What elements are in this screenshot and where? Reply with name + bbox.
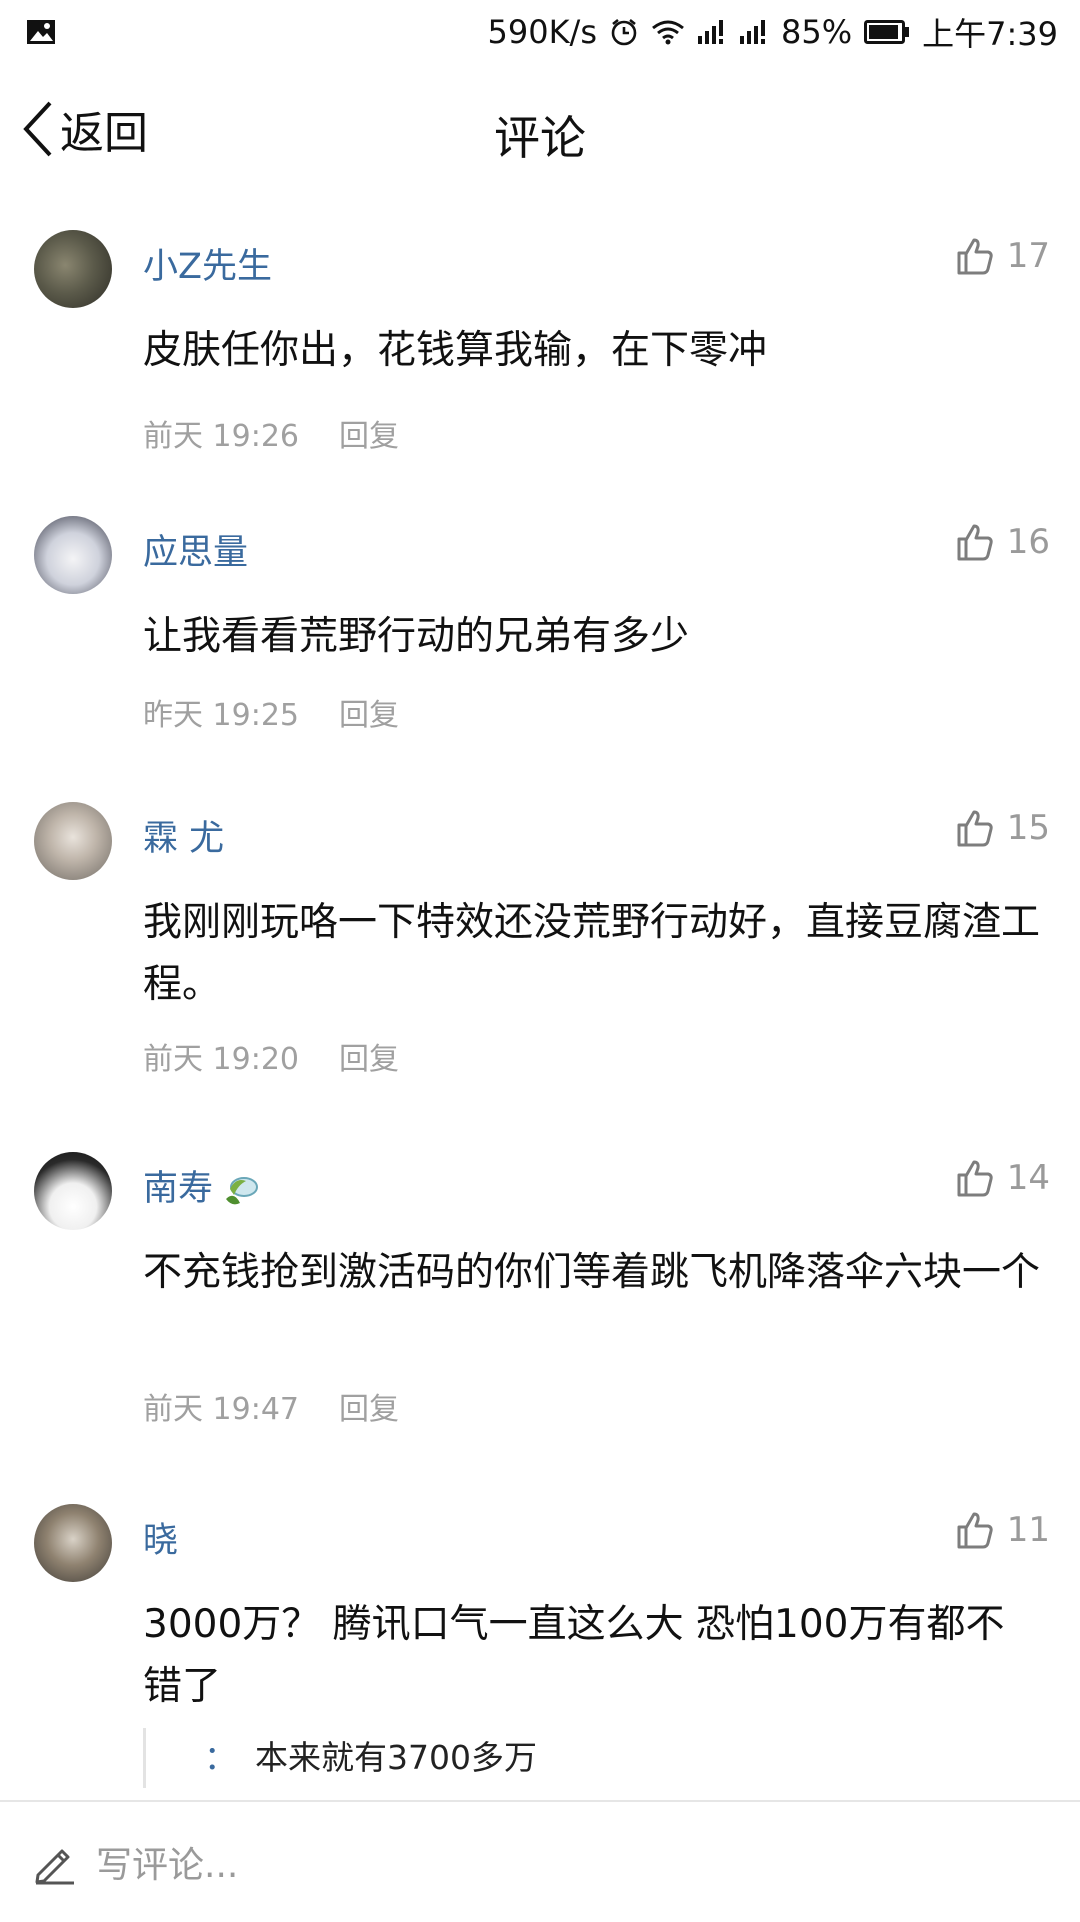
sub-reply-text: 本来就有3700多万 (255, 1738, 537, 1777)
avatar[interactable] (34, 1504, 112, 1582)
alarm-icon (609, 17, 639, 47)
pencil-icon (32, 1839, 78, 1885)
comment-meta: 前天 19:20 回复 (143, 1034, 399, 1078)
comment-item: 晓 11 3000万？ 腾讯口气一直这么大 恐怕100万有都不错了 ： 本来就有3… (0, 1470, 1080, 1800)
like-button[interactable]: 15 (955, 808, 1050, 848)
status-bar: 590K/s 85% 上午7:39 (0, 0, 1080, 64)
like-button[interactable]: 17 (955, 236, 1050, 276)
thumbs-up-icon (955, 1158, 995, 1198)
comment-text: 3000万？ 腾讯口气一直这么大 恐怕100万有都不错了 (143, 1602, 1005, 1709)
comment-text: 让我看看荒野行动的兄弟有多少 (143, 614, 690, 659)
username[interactable]: 应思量 (143, 524, 248, 575)
comment-meta: 前天 19:26 回复 (143, 411, 399, 455)
comment-time: 昨天 19:25 (143, 698, 299, 733)
like-count: 15 (1006, 808, 1050, 848)
username[interactable]: 霖 尤 (143, 810, 224, 861)
reply-link[interactable]: 回复 (339, 1034, 399, 1078)
sub-reply[interactable]: ： 本来就有3700多万 (143, 1728, 1040, 1788)
username[interactable]: 小Z先生 (143, 238, 272, 289)
like-count: 11 (1006, 1510, 1050, 1550)
write-comment-bar[interactable]: 写评论... (0, 1800, 1080, 1922)
reply-link[interactable]: 回复 (339, 690, 399, 734)
comment-list[interactable]: 小Z先生 17 皮肤任你出，花钱算我输，在下零冲 前天 19:26 回复 应思量… (0, 196, 1080, 1800)
tea-cup-icon (224, 1173, 260, 1207)
avatar[interactable] (34, 802, 112, 880)
comment-meta: 昨天 19:25 回复 (143, 690, 399, 734)
signal-icon-2 (739, 19, 769, 45)
comment-text: 不充钱抢到激活码的你们等着跳飞机降落伞六块一个 (143, 1250, 1041, 1295)
thumbs-up-icon (955, 808, 995, 848)
reply-link[interactable]: 回复 (339, 411, 399, 455)
write-comment-placeholder: 写评论... (96, 1845, 239, 1886)
comment-text: 皮肤任你出，花钱算我输，在下零冲 (143, 328, 768, 373)
username[interactable]: 晓 (143, 1512, 178, 1563)
nav-bar: 返回 评论 (0, 64, 1080, 194)
comment-time: 前天 19:26 (143, 419, 299, 454)
like-count: 16 (1006, 522, 1050, 562)
username[interactable]: 南寿 (143, 1160, 260, 1211)
clock: 上午7:39 (922, 15, 1058, 53)
comment-time: 前天 19:20 (143, 1042, 299, 1077)
comment-time: 前天 19:47 (143, 1392, 299, 1427)
thumbs-up-icon (955, 236, 995, 276)
avatar[interactable] (34, 230, 112, 308)
like-count: 17 (1006, 236, 1050, 276)
like-button[interactable]: 14 (955, 1158, 1050, 1198)
comment-item: 霖 尤 15 我刚刚玩咯一下特效还没荒野行动好，直接豆腐渣工程。 前天 19:2… (0, 768, 1080, 1118)
gallery-notification-icon (26, 19, 56, 45)
thumbs-up-icon (955, 522, 995, 562)
thumbs-up-icon (955, 1510, 995, 1550)
like-button[interactable]: 11 (955, 1510, 1050, 1550)
battery-icon (864, 20, 910, 44)
sub-reply-colon: ： (204, 1738, 237, 1777)
like-count: 14 (1006, 1158, 1050, 1198)
comment-item: 应思量 16 让我看看荒野行动的兄弟有多少 昨天 19:25 回复 (0, 482, 1080, 768)
status-indicators: 590K/s 85% 上午7:39 (487, 9, 1058, 55)
wifi-icon (651, 19, 685, 45)
username-text: 南寿 (143, 1169, 214, 1209)
avatar[interactable] (34, 516, 112, 594)
signal-icon-1 (697, 19, 727, 45)
comment-meta: 前天 19:47 回复 (143, 1384, 399, 1428)
network-speed: 590K/s (487, 13, 597, 51)
like-button[interactable]: 16 (955, 522, 1050, 562)
battery-percent: 85% (781, 13, 853, 51)
comment-item: 小Z先生 17 皮肤任你出，花钱算我输，在下零冲 前天 19:26 回复 (0, 196, 1080, 482)
reply-link[interactable]: 回复 (339, 1384, 399, 1428)
avatar[interactable] (34, 1152, 112, 1230)
comment-item: 南寿 14 不充钱抢到激活码的你们等着跳飞机降落伞六块一个 前天 19:47 回… (0, 1118, 1080, 1470)
comment-text: 我刚刚玩咯一下特效还没荒野行动好，直接豆腐渣工程。 (143, 900, 1041, 1007)
page-title: 评论 (494, 111, 586, 165)
